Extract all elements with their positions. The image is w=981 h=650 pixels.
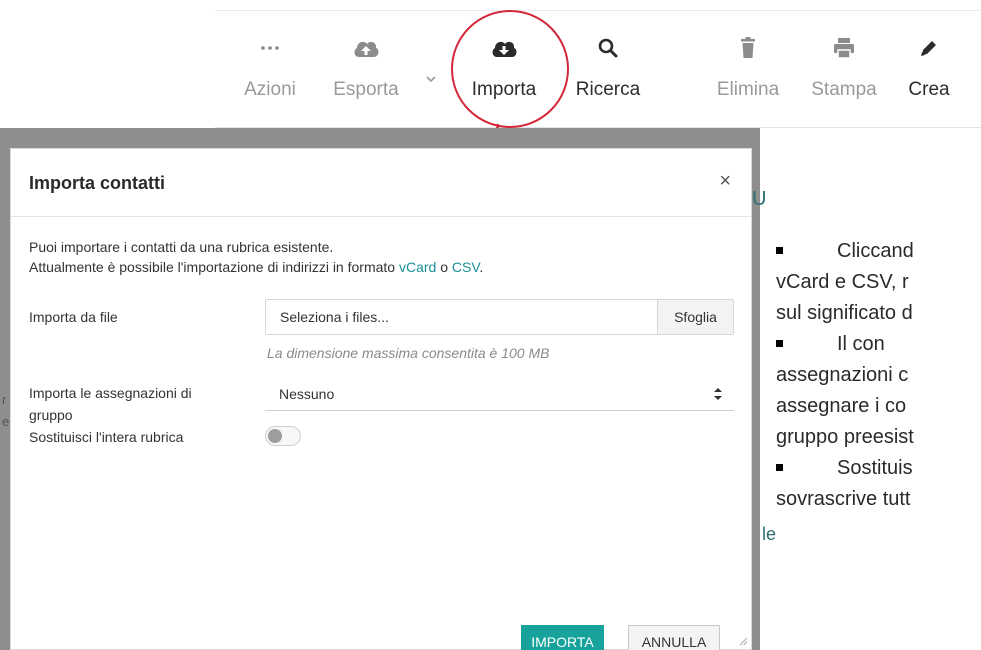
doc-line: Sostituis — [776, 453, 981, 484]
doc-line: sul significato d — [776, 302, 913, 324]
toolbar-esporta-button[interactable]: Esporta — [311, 11, 421, 129]
doc-line: Il con — [776, 329, 981, 360]
group-assignment-select[interactable]: Nessuno — [265, 377, 734, 411]
bullet-icon — [776, 464, 783, 471]
replace-addressbook-label: Sostituisci l'intera rubrica — [29, 429, 184, 445]
export-dropdown-chevron-icon[interactable] — [423, 74, 439, 86]
toggle-knob — [268, 429, 282, 443]
toolbar-elimina-label: Elimina — [716, 79, 780, 100]
trash-icon — [699, 35, 797, 61]
toolbar-crea-button[interactable]: Crea — [891, 11, 967, 129]
dialog-title: Importa contatti — [29, 173, 166, 193]
toolbar-esporta-label: Esporta — [333, 79, 399, 100]
search-icon — [561, 35, 655, 61]
background-fragment: e — [2, 414, 10, 429]
group-assignment-label: Importa le assegnazioni di gruppo — [29, 382, 192, 426]
close-icon[interactable]: × — [719, 171, 731, 191]
group-assignment-label-line2: gruppo — [29, 407, 73, 423]
import-file-label: Importa da file — [29, 309, 118, 325]
toolbar-azioni-label: Azioni — [244, 79, 296, 100]
doc-line: sovrascrive tutt — [776, 488, 911, 510]
toolbar-crea-label: Crea — [908, 79, 950, 100]
intro-line-2: Attualmente è possibile l'importazione d… — [29, 257, 483, 277]
toolbar-importa-button[interactable]: Importa — [451, 11, 557, 129]
cloud-upload-icon — [311, 35, 421, 61]
intro-conjunction: o — [436, 259, 452, 275]
select-updown-icon — [714, 388, 722, 400]
doc-line: Cliccand — [776, 236, 981, 267]
background-fragment: le — [762, 524, 777, 544]
background-fragment: U — [752, 188, 767, 210]
toolbar: Azioni Esporta Importa Ricerca Elimina S… — [215, 10, 981, 128]
cancel-button[interactable]: ANNULLA — [628, 625, 720, 650]
document-text: Cliccand vCard e CSV, r sul significato … — [776, 236, 981, 515]
toolbar-stampa-label: Stampa — [811, 79, 877, 100]
toolbar-elimina-button[interactable]: Elimina — [699, 11, 797, 129]
dialog-intro: Puoi importare i contatti da una rubrica… — [29, 237, 483, 277]
toolbar-ricerca-button[interactable]: Ricerca — [561, 11, 655, 129]
background-fragment: r — [2, 392, 7, 407]
doc-line: gruppo preesist — [776, 426, 914, 448]
intro-line-1: Puoi importare i contatti da una rubrica… — [29, 239, 334, 255]
import-button[interactable]: IMPORTA — [521, 625, 604, 650]
intro-text: Attualmente è possibile l'importazione d… — [29, 259, 399, 275]
toolbar-azioni-button[interactable]: Azioni — [225, 11, 315, 129]
printer-icon — [799, 35, 889, 61]
replace-addressbook-toggle[interactable] — [265, 426, 301, 446]
bullet-icon — [776, 247, 783, 254]
intro-suffix: . — [479, 259, 484, 275]
dialog-header: Importa contatti × — [11, 149, 751, 217]
toolbar-importa-label: Importa — [471, 79, 537, 100]
import-contacts-dialog: Importa contatti × Puoi importare i cont… — [10, 148, 752, 650]
group-assignment-label-line1: Importa le assegnazioni di — [29, 385, 192, 401]
doc-line: vCard e CSV, r — [776, 271, 909, 293]
resize-grip-icon[interactable] — [738, 636, 748, 646]
more-icon — [225, 35, 315, 61]
browse-button[interactable]: Sfoglia — [657, 300, 733, 334]
pencil-icon — [891, 35, 967, 61]
file-input[interactable] — [266, 300, 657, 334]
vcard-link[interactable]: vCard — [399, 259, 436, 275]
toolbar-stampa-button[interactable]: Stampa — [799, 11, 889, 129]
doc-line: assegnare i co — [776, 395, 907, 417]
csv-link[interactable]: CSV — [452, 259, 480, 275]
cloud-download-icon — [451, 35, 557, 61]
file-picker: Sfoglia — [265, 299, 734, 335]
doc-line: assegnazioni c — [776, 364, 909, 386]
bullet-icon — [776, 340, 783, 347]
toolbar-ricerca-label: Ricerca — [575, 79, 641, 100]
file-size-hint: La dimensione massima consentita è 100 M… — [267, 345, 550, 361]
group-assignment-value: Nessuno — [279, 386, 335, 402]
